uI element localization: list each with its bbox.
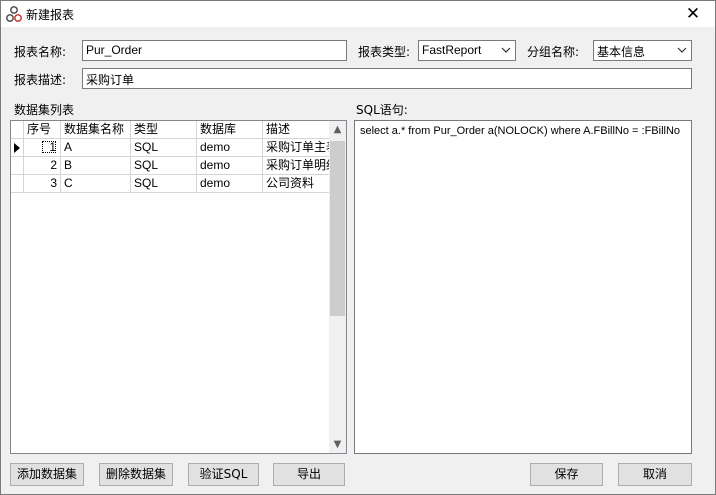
delete-dataset-button[interactable]: 删除数据集 (99, 463, 173, 486)
column-header-desc[interactable]: 描述 (263, 121, 330, 139)
scroll-down-icon[interactable]: ▼ (329, 436, 346, 453)
table-row[interactable]: 3 C SQL demo 公司资料 (11, 175, 330, 193)
cell-desc[interactable]: 采购订单主表 (263, 139, 330, 157)
report-desc-input[interactable]: 采购订单 (82, 68, 692, 89)
table-row[interactable]: 1 A SQL demo 采购订单主表 (11, 139, 330, 157)
scroll-thumb[interactable] (330, 141, 345, 316)
dataset-list-label: 数据集列表 (14, 103, 75, 117)
table-row[interactable]: 2 B SQL demo 采购订单明细 (11, 157, 330, 175)
row-indicator (11, 139, 24, 157)
cell-name[interactable]: A (61, 139, 131, 157)
sql-textarea[interactable]: select a.* from Pur_Order a(NOLOCK) wher… (354, 120, 692, 454)
header-indicator-cell (11, 121, 24, 139)
cell-name[interactable]: B (61, 157, 131, 175)
cell-db[interactable]: demo (197, 157, 263, 175)
column-header-db[interactable]: 数据库 (197, 121, 263, 139)
cell-no-value: 1 (41, 140, 57, 154)
cell-type[interactable]: SQL (131, 139, 197, 157)
export-button[interactable]: 导出 (273, 463, 345, 486)
column-header-no[interactable]: 序号 (24, 121, 61, 139)
window-title: 新建报表 (26, 8, 75, 22)
cell-no[interactable]: 1 (24, 139, 61, 157)
cell-db[interactable]: demo (197, 175, 263, 193)
report-name-label: 报表名称: (14, 45, 67, 59)
add-dataset-button[interactable]: 添加数据集 (10, 463, 84, 486)
cancel-button[interactable]: 取消 (618, 463, 692, 486)
close-button[interactable]: ✕ (675, 2, 711, 26)
validate-sql-button[interactable]: 验证SQL (188, 463, 259, 486)
cell-type[interactable]: SQL (131, 175, 197, 193)
cell-no[interactable]: 2 (24, 157, 61, 175)
title-bar: 新建报表 ✕ (1, 1, 715, 27)
row-indicator (11, 157, 24, 175)
scroll-up-icon[interactable]: ▲ (329, 121, 346, 138)
group-name-label: 分组名称: (527, 45, 580, 59)
group-name-value: 基本信息 (597, 45, 646, 59)
cell-name[interactable]: C (61, 175, 131, 193)
column-header-name[interactable]: 数据集名称 (61, 121, 131, 139)
chevron-down-icon (501, 47, 511, 53)
group-name-select[interactable]: 基本信息 (593, 40, 692, 61)
report-name-input[interactable]: Pur_Order (82, 40, 347, 61)
report-type-label: 报表类型: (358, 45, 411, 59)
grid-header: 序号 数据集名称 类型 数据库 描述 (11, 121, 330, 139)
cell-desc[interactable]: 公司资料 (263, 175, 330, 193)
close-icon: ✕ (685, 4, 701, 24)
sql-label: SQL语句: (356, 103, 408, 117)
current-row-arrow-icon (14, 143, 20, 153)
new-report-dialog: 新建报表 ✕ 报表名称: Pur_Order 报表类型: FastReport … (0, 0, 716, 495)
report-type-value: FastReport (422, 43, 482, 57)
cell-desc[interactable]: 采购订单明细 (263, 157, 330, 175)
column-header-type[interactable]: 类型 (131, 121, 197, 139)
report-desc-label: 报表描述: (14, 73, 67, 87)
chevron-down-icon (677, 47, 687, 53)
cell-db[interactable]: demo (197, 139, 263, 157)
app-icon (6, 6, 22, 22)
grid-vertical-scrollbar[interactable]: ▲ ▼ (329, 121, 346, 453)
cell-type[interactable]: SQL (131, 157, 197, 175)
row-indicator (11, 175, 24, 193)
save-button[interactable]: 保存 (530, 463, 603, 486)
report-type-select[interactable]: FastReport (418, 40, 516, 61)
dataset-grid[interactable]: 序号 数据集名称 类型 数据库 描述 1 A SQL demo 采购订单主表 2… (10, 120, 347, 454)
cell-no[interactable]: 3 (24, 175, 61, 193)
